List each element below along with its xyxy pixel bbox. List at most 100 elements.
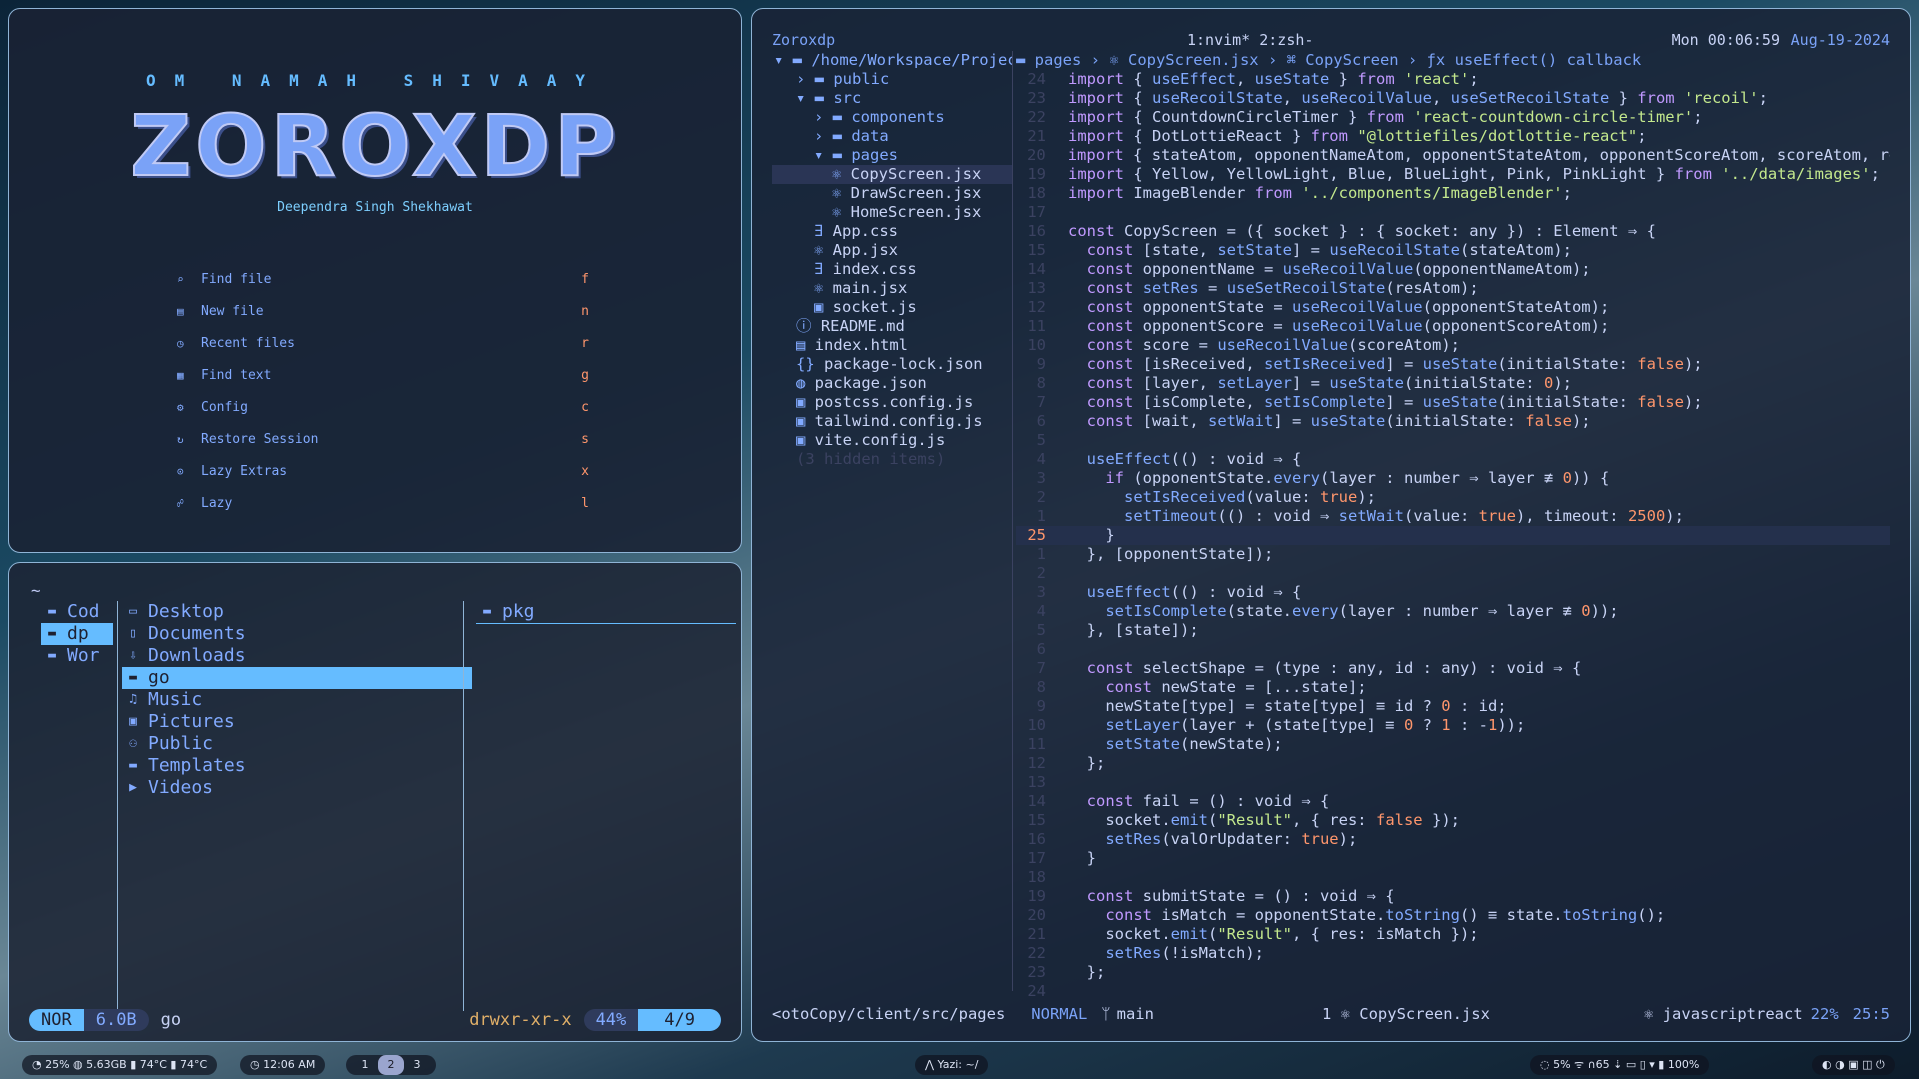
yazi-parent-item[interactable]: ▬ dp bbox=[41, 623, 113, 645]
tree-item[interactable]: ▤ index.html bbox=[772, 336, 1012, 355]
tree-item[interactable]: ▾ ▬ pages bbox=[772, 146, 1012, 165]
dashboard-item[interactable]: ▤ New file n bbox=[177, 295, 589, 327]
tree-item[interactable]: ▾ ▬ /home/Workspace/Project bbox=[772, 51, 1012, 70]
dashboard-item-key: f bbox=[581, 271, 589, 287]
dashboard-item[interactable]: ⚙ Config c bbox=[177, 391, 589, 423]
tree-item[interactable]: ⓘ README.md bbox=[772, 317, 1012, 336]
dashboard-item[interactable]: ◷ Recent files r bbox=[177, 327, 589, 359]
code-editor[interactable]: ▬ pages › ⚛ CopyScreen.jsx › ⌘ CopyScree… bbox=[1016, 51, 1890, 1000]
folder-icon: ⇩ bbox=[129, 648, 137, 663]
tree-item[interactable]: ▾ ▬ src bbox=[772, 89, 1012, 108]
yazi-item-name: Desktop bbox=[148, 601, 224, 622]
line-text: }; bbox=[1068, 754, 1106, 772]
tree-item-name: public bbox=[833, 70, 890, 88]
yazi-current-item[interactable]: ▭ Desktop bbox=[122, 601, 472, 623]
line-text: import { useEffect, useState } from 'rea… bbox=[1068, 70, 1479, 88]
yazi-current-item[interactable]: ⇩ Downloads bbox=[122, 645, 472, 667]
yazi-item-name: Downloads bbox=[148, 645, 246, 666]
code-line: 8 const newState = [...state]; bbox=[1016, 678, 1890, 697]
tree-item[interactable]: (3 hidden items) bbox=[772, 450, 1012, 469]
yazi-current-item[interactable]: ▬ Templates bbox=[122, 755, 472, 777]
dashboard-item-label: Config bbox=[201, 399, 248, 415]
yazi-item-name: pkg bbox=[502, 601, 535, 622]
taskbar: ◔ 25% ◍ 5.63GB ▮ 74°C ▮ 74°C ◷ 12:06 AM … bbox=[0, 1053, 1919, 1079]
yazi-preview-column: ▬ pkg bbox=[463, 601, 736, 1011]
tree-item[interactable]: ∃ App.css bbox=[772, 222, 1012, 241]
code-line: 25 } bbox=[1016, 526, 1890, 545]
tree-item[interactable]: ▣ tailwind.config.js bbox=[772, 412, 1012, 431]
tree-item[interactable]: ⚛ HomeScreen.jsx bbox=[772, 203, 1012, 222]
line-number: 2 bbox=[1036, 564, 1046, 582]
dashboard-item[interactable]: ↻ Restore Session s bbox=[177, 423, 589, 455]
dashboard-item[interactable]: ⌕ Find file f bbox=[177, 263, 589, 295]
line-number: 12 bbox=[1027, 754, 1046, 772]
yazi-current-item[interactable]: ♫ Music bbox=[122, 689, 472, 711]
tree-item[interactable]: › ▬ public bbox=[772, 70, 1012, 89]
tree-item-name: pages bbox=[851, 146, 898, 164]
tree-item[interactable]: ▣ vite.config.js bbox=[772, 431, 1012, 450]
line-number: 3 bbox=[1036, 469, 1046, 487]
tree-item[interactable]: ▣ postcss.config.js bbox=[772, 393, 1012, 412]
yazi-item-name: Pictures bbox=[148, 711, 235, 732]
workspace-button[interactable]: 3 bbox=[404, 1055, 430, 1075]
tree-item-name: package.json bbox=[814, 374, 927, 392]
tmux-session: Zoroxdp bbox=[772, 31, 836, 49]
line-number: 23 bbox=[1027, 963, 1046, 981]
nvim-editor-pane: Zoroxdp 1:nvim* 2:zsh- Mon 00:06:59 Aug-… bbox=[751, 8, 1911, 1042]
yazi-current-item[interactable]: ▯ Documents bbox=[122, 623, 472, 645]
line-number: 20 bbox=[1027, 906, 1046, 924]
dashboard-item[interactable]: ▦ Find text g bbox=[177, 359, 589, 391]
tray-icons[interactable]: ◐ ◑ ▣ ◫ ⏻ bbox=[1812, 1055, 1895, 1075]
line-text: setRes(valOrUpdater: true); bbox=[1105, 830, 1358, 848]
tree-item[interactable]: ⚛ DrawScreen.jsx bbox=[772, 184, 1012, 203]
code-line: 4 setIsComplete(state.every(layer : numb… bbox=[1016, 602, 1890, 621]
line-number: 4 bbox=[1036, 602, 1046, 620]
tree-item[interactable]: › ▬ components bbox=[772, 108, 1012, 127]
line-number: 18 bbox=[1027, 868, 1046, 886]
dashboard-item[interactable]: ☍ Lazy l bbox=[177, 487, 589, 519]
tree-item-name: index.html bbox=[814, 336, 908, 354]
line-number: 19 bbox=[1027, 165, 1046, 183]
tree-item[interactable]: ▣ socket.js bbox=[772, 298, 1012, 317]
dashboard-item-icon: ⌕ bbox=[177, 272, 184, 286]
tree-item[interactable]: ◍ package.json bbox=[772, 374, 1012, 393]
yazi-parent-item[interactable]: ▬ Wor bbox=[41, 645, 113, 667]
workspace-button[interactable]: 1 bbox=[352, 1055, 378, 1075]
system-tray[interactable]: ◌ 5% ᯤ ∩65 ⇣ ▭ ▯ ▾ ▮ 100% bbox=[1530, 1055, 1710, 1075]
yazi-current-item[interactable]: ▣ Pictures bbox=[122, 711, 472, 733]
yazi-preview-item[interactable]: ▬ pkg bbox=[476, 601, 736, 624]
tree-item[interactable]: ⚛ CopyScreen.jsx bbox=[772, 165, 1012, 184]
tree-item-icon: {} bbox=[796, 355, 824, 373]
clock[interactable]: ◷ 12:06 AM bbox=[240, 1055, 326, 1075]
dashboard-item-label: Find text bbox=[201, 367, 272, 383]
code-line: 12 const opponentState = useRecoilValue(… bbox=[1016, 298, 1890, 317]
line-number: 20 bbox=[1027, 146, 1046, 164]
line-number: 6 bbox=[1036, 640, 1046, 658]
code-line: 4 useEffect(() : void ⇒ { bbox=[1016, 450, 1890, 469]
code-line: 20 const isMatch = opponentState.toStrin… bbox=[1016, 906, 1890, 925]
yazi-current-item[interactable]: ▶ Videos bbox=[122, 777, 472, 799]
tree-item-icon: ⚛ bbox=[832, 184, 851, 202]
tree-item[interactable]: ⚛ App.jsx bbox=[772, 241, 1012, 260]
status-branch: main bbox=[1116, 1005, 1154, 1023]
tmux-windows[interactable]: 1:nvim* 2:zsh- bbox=[1187, 31, 1313, 49]
dashboard-item[interactable]: ⊙ Lazy Extras x bbox=[177, 455, 589, 487]
tree-item[interactable]: › ▬ data bbox=[772, 127, 1012, 146]
line-text: const opponentState = useRecoilValue(opp… bbox=[1086, 298, 1610, 316]
tree-item[interactable]: ∃ index.css bbox=[772, 260, 1012, 279]
line-number: 17 bbox=[1027, 203, 1046, 221]
line-text: const setRes = useSetRecoilState(resAtom… bbox=[1086, 279, 1479, 297]
tree-item[interactable]: {} package-lock.json bbox=[772, 355, 1012, 374]
yazi-current-item[interactable]: ▬ go bbox=[122, 667, 472, 689]
line-number: 2 bbox=[1036, 488, 1046, 506]
code-line: 16 const CopyScreen = ({ socket } : { soc… bbox=[1016, 222, 1890, 241]
yazi-parent-item[interactable]: ▬ Cod bbox=[41, 601, 113, 623]
code-line: 3 useEffect(() : void ⇒ { bbox=[1016, 583, 1890, 602]
code-line: 14 const fail = () : void ⇒ { bbox=[1016, 792, 1890, 811]
tree-item[interactable]: ⚛ main.jsx bbox=[772, 279, 1012, 298]
tree-item-icon: ⚛ bbox=[832, 203, 851, 221]
yazi-file-manager: ~ ▬ Cod ▬ dp ▬ Wor ▭ Desktop ▯ Documents ⇩ Downloa… bbox=[8, 562, 742, 1042]
yazi-current-item[interactable]: ⚇ Public bbox=[122, 733, 472, 755]
workspace-button[interactable]: 2 bbox=[378, 1055, 404, 1075]
line-text: import { stateAtom, opponentNameAtom, op… bbox=[1067, 146, 1890, 164]
